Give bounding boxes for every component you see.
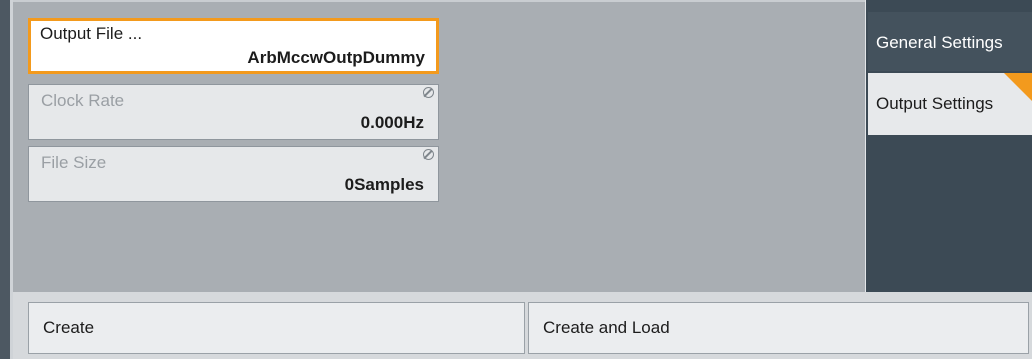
output-file-label: Output File ... xyxy=(40,24,143,43)
readonly-icon xyxy=(423,87,434,98)
file-size-field: File Size 0Samples xyxy=(28,146,439,202)
clock-rate-value: 0.000Hz xyxy=(360,113,424,132)
tab-output-settings-label: Output Settings xyxy=(876,94,994,113)
file-size-label: File Size xyxy=(41,153,107,172)
readonly-icon xyxy=(423,149,434,160)
file-size-value: 0Samples xyxy=(344,175,424,194)
output-file-button[interactable]: Output File ... ArbMccwOutpDummy xyxy=(28,18,439,74)
create-button[interactable]: Create xyxy=(28,302,525,354)
clock-rate-label: Clock Rate xyxy=(41,91,125,110)
tab-general-settings[interactable]: General Settings xyxy=(868,12,1032,71)
tab-output-settings[interactable]: Output Settings xyxy=(868,73,1032,135)
left-edge-strip xyxy=(0,0,10,359)
settings-side-panel: General Settings Output Settings xyxy=(866,0,1032,292)
side-panel-top xyxy=(868,0,1032,12)
create-and-load-button[interactable]: Create and Load xyxy=(528,302,1029,354)
output-file-value: ArbMccwOutpDummy xyxy=(247,48,425,67)
active-tab-corner-icon xyxy=(1004,73,1032,101)
bottom-button-bar: Create Create and Load xyxy=(13,292,1032,359)
clock-rate-field: Clock Rate 0.000Hz xyxy=(28,84,439,140)
output-settings-panel: Output File ... ArbMccwOutpDummy Clock R… xyxy=(13,0,865,294)
